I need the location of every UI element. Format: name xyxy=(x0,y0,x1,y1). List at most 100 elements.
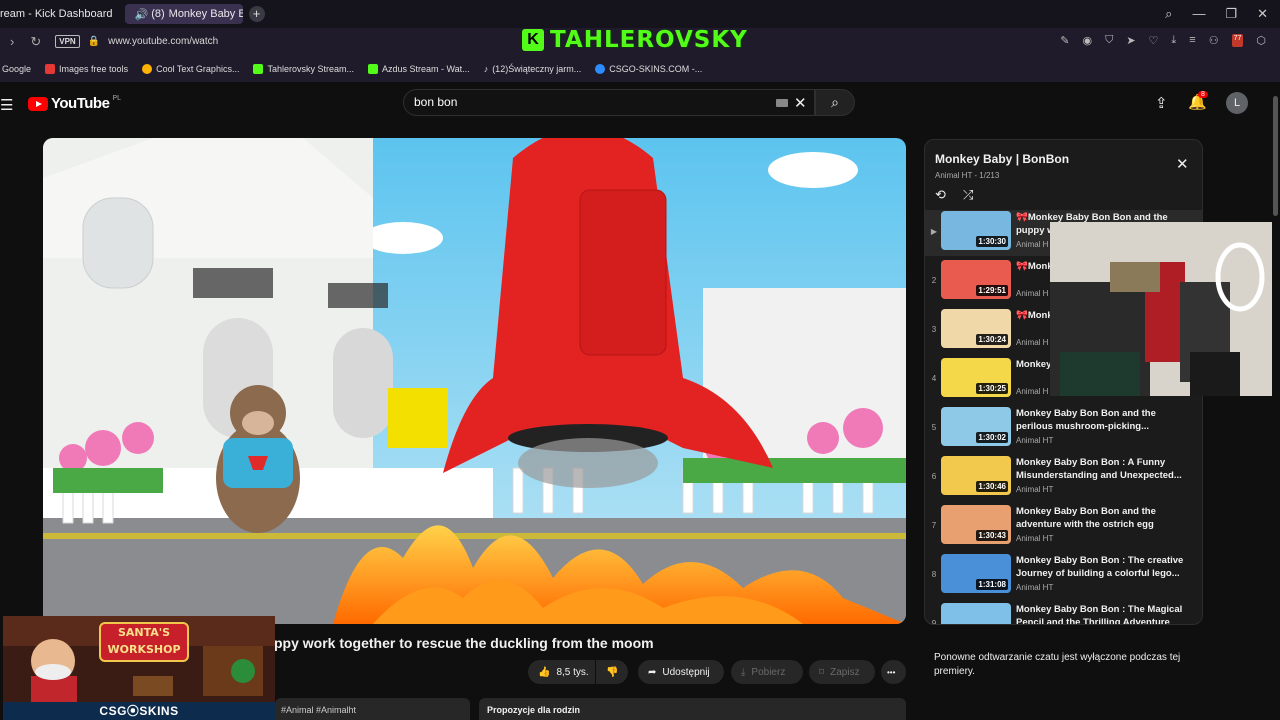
browser-tab-kick[interactable]: ream - Kick Dashboard xyxy=(0,4,119,24)
heart-icon[interactable]: ♡ xyxy=(1149,34,1159,47)
video-thumbnail: 1:30:24 xyxy=(941,309,1011,348)
duration-badge: 1:30:02 xyxy=(976,432,1008,443)
hamburger-menu-icon[interactable]: ☰ xyxy=(0,96,13,114)
bookmark-csgo-skins[interactable]: CSGO-SKINS.COM -... xyxy=(595,63,703,74)
download-icon[interactable]: ⤓ xyxy=(1171,34,1176,47)
bookmark-cool-text[interactable]: Cool Text Graphics... xyxy=(142,63,239,74)
item-index: 2 xyxy=(931,276,937,285)
lock-icon[interactable]: 🔒 xyxy=(88,36,100,47)
close-window-button[interactable]: ✕ xyxy=(1257,6,1268,22)
playlist-subtitle: Animal HT - 1/213 xyxy=(935,171,1000,180)
speaker-icon[interactable]: 🔊 xyxy=(135,8,149,21)
item-index: 3 xyxy=(931,325,937,334)
restore-button[interactable]: ❐ xyxy=(1225,6,1237,22)
share-icon: ➦ xyxy=(648,666,657,678)
share-label: Udostępnij xyxy=(662,666,710,678)
clear-search-icon[interactable]: ✕ xyxy=(794,94,807,112)
tiktok-icon: ♪ xyxy=(483,63,489,74)
like-button[interactable]: 👍 8,5 tys. xyxy=(528,660,595,684)
santa-workshop-sign: SANTA'S WORKSHOP xyxy=(99,622,189,662)
bookmarks-bar: Google Images free tools Cool Text Graph… xyxy=(0,55,1280,82)
bookmark-tahlerovsky[interactable]: Tahlerovsky Stream... xyxy=(253,63,354,74)
download-label: Pobierz xyxy=(751,666,786,678)
list-item[interactable]: 8 1:31:08 Monkey Baby Bon Bon : The crea… xyxy=(925,553,1202,599)
bookmark-favicon-icon xyxy=(142,63,153,74)
description-box[interactable]: #Animal #Animalht xyxy=(275,698,470,720)
video-thumbnail: 1:30:30 xyxy=(941,211,1011,250)
list-item[interactable]: 9 Monkey Baby Bon Bon : The Magical Penc… xyxy=(925,602,1202,625)
list-item[interactable]: 5 1:30:02 Monkey Baby Bon Bon and the pe… xyxy=(925,406,1202,452)
bookmark-favicon-icon xyxy=(45,63,56,74)
search-button[interactable]: ⌕ xyxy=(815,89,855,116)
item-index: 7 xyxy=(931,521,937,530)
search-input[interactable]: bon bon xyxy=(403,89,815,116)
item-index: 6 xyxy=(931,472,937,481)
video-frame xyxy=(43,138,906,624)
youtube-logo[interactable]: YouTube PL xyxy=(28,95,121,112)
share-button[interactable]: ➦ Udostępnij xyxy=(638,660,724,684)
channel-name: Animal HT xyxy=(1016,436,1054,445)
hashtags[interactable]: #Animal #Animalht xyxy=(281,705,356,715)
duration-badge: 1:30:30 xyxy=(976,236,1008,247)
download-button[interactable]: ⤓ Pobierz xyxy=(731,660,803,684)
search-tabs-icon[interactable]: ⌕ xyxy=(1165,6,1172,22)
shuffle-icon[interactable]: ⤮ xyxy=(963,187,973,203)
video-title: Monkey Baby Bon Bon : The creative Journ… xyxy=(1016,555,1184,579)
edit-icon[interactable]: ✎ xyxy=(1060,34,1069,47)
reload-icon[interactable]: ↻ xyxy=(30,34,41,50)
list-item[interactable]: 7 1:30:43 Monkey Baby Bon Bon and the ad… xyxy=(925,504,1202,550)
shield-icon[interactable]: ⛉ xyxy=(1105,34,1113,47)
play-indicator-icon: ▶ xyxy=(930,227,938,236)
download-icon: ⤓ xyxy=(741,666,746,678)
minimize-button[interactable]: — xyxy=(1192,6,1205,22)
close-icon[interactable]: ✕ xyxy=(1176,155,1189,173)
playlist-title[interactable]: Monkey Baby | BonBon xyxy=(935,152,1069,166)
more-actions-button[interactable]: ••• xyxy=(881,660,906,684)
tab-count: (8) xyxy=(151,8,165,20)
kick-favicon-icon xyxy=(367,63,378,74)
list-item[interactable]: 6 1:30:46 Monkey Baby Bon Bon : A Funny … xyxy=(925,455,1202,501)
forward-icon[interactable]: › xyxy=(10,34,14,49)
bookmark-tiktok[interactable]: ♪ (12)Świąteczny jarm... xyxy=(484,64,582,74)
loop-icon[interactable]: ⟲ xyxy=(935,187,946,203)
kick-logo: K xyxy=(522,29,544,51)
keyboard-icon[interactable] xyxy=(776,99,788,107)
bookmark-azdus[interactable]: Azdus Stream - Wat... xyxy=(367,63,470,74)
menu-icon[interactable]: ≡ xyxy=(1189,34,1195,47)
video-thumbnail: 1:30:43 xyxy=(941,505,1011,544)
youtube-play-icon xyxy=(28,96,48,111)
url-field[interactable]: www.youtube.com/watch xyxy=(108,36,218,47)
video-thumbnail: 1:29:51 xyxy=(941,260,1011,299)
send-icon[interactable]: ➤ xyxy=(1126,34,1135,47)
bookmark-google[interactable]: Google xyxy=(2,64,31,74)
item-index: 5 xyxy=(931,423,937,432)
tab-label: ream - Kick Dashboard xyxy=(0,8,113,20)
vpn-badge[interactable]: VPN xyxy=(55,35,80,48)
create-upload-icon[interactable]: ⇪ xyxy=(1155,94,1168,112)
channel-name: Animal H xyxy=(1016,387,1049,396)
video-title: Monkey Baby Bon Bon : A Funny Misunderst… xyxy=(1016,457,1182,481)
avatar[interactable]: L xyxy=(1226,92,1248,114)
tab-label: Monkey Baby B xyxy=(168,8,243,20)
video-thumbnail: 1:30:02 xyxy=(941,407,1011,446)
extension-badge[interactable]: 77 xyxy=(1231,34,1244,47)
profile-icon[interactable]: ⚇ xyxy=(1209,34,1219,47)
family-suggestions-chip[interactable]: Propozycje dla rodzin xyxy=(479,698,906,720)
browser-tab-youtube[interactable]: 🔊 (8) Monkey Baby B xyxy=(124,4,243,24)
video-player[interactable] xyxy=(43,138,906,624)
channel-name: Animal HT xyxy=(1016,485,1054,494)
camera-icon[interactable]: ◉ xyxy=(1082,34,1092,47)
bookmark-label: CSGO-SKINS.COM -... xyxy=(609,63,703,74)
item-index: 9 xyxy=(931,619,937,625)
channel-name: Animal HT xyxy=(1016,534,1054,543)
save-button[interactable]: ⌑ Zapisz xyxy=(809,660,875,684)
new-tab-button[interactable]: + xyxy=(248,6,265,22)
cube-icon[interactable]: ⬡ xyxy=(1256,34,1266,47)
save-label: Zapisz xyxy=(830,666,860,678)
bookmark-images-free-tools[interactable]: Images free tools xyxy=(45,63,128,74)
thumbs-down-icon: 👎 xyxy=(606,666,619,678)
scrollbar-thumb[interactable] xyxy=(1273,96,1278,216)
notification-badge: 8 xyxy=(1198,91,1208,98)
window-controls: ⌕ — ❐ ✕ xyxy=(1165,6,1268,22)
dislike-button[interactable]: 👎 xyxy=(596,660,628,684)
